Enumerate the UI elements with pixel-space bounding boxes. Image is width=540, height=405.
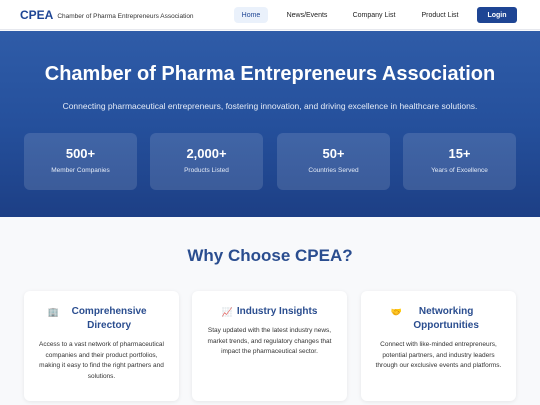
stat-card-member-companies: 500+ Member Companies — [24, 133, 137, 190]
brand-logo[interactable]: CPEA Chamber of Pharma Entrepreneurs Ass… — [20, 8, 194, 22]
feature-card-directory: 🏢 Comprehensive Directory Access to a va… — [24, 291, 179, 401]
stat-label: Member Companies — [51, 167, 110, 174]
nav-product-list[interactable]: Product List — [414, 7, 466, 23]
hero-subtitle: Connecting pharmaceutical entrepreneurs,… — [62, 101, 478, 111]
hero-section: Chamber of Pharma Entrepreneurs Associat… — [0, 31, 540, 217]
stat-label: Years of Excellence — [431, 167, 488, 174]
nav-news-events[interactable]: News/Events — [283, 7, 331, 23]
office-building-icon: 🏢 — [47, 307, 60, 317]
stat-card-countries-served: 50+ Countries Served — [277, 133, 390, 190]
stat-label: Countries Served — [308, 167, 359, 174]
hero-title: Chamber of Pharma Entrepreneurs Associat… — [44, 63, 496, 85]
stat-value: 15+ — [448, 146, 471, 161]
card-title: Networking Opportunities — [413, 306, 479, 331]
card-description: Connect with like-minded entrepreneurs, … — [375, 341, 502, 369]
stat-label: Products Listed — [184, 167, 229, 174]
top-navbar: CPEA Chamber of Pharma Entrepreneurs Ass… — [0, 0, 540, 30]
brand-abbreviation[interactable]: CPEA — [20, 8, 53, 22]
login-button[interactable]: Login — [477, 7, 517, 23]
feature-card-networking: 🤝 Networking Opportunities Connect with … — [361, 291, 516, 401]
handshake-icon: 🤝 — [390, 307, 403, 317]
nav-home[interactable]: Home — [234, 7, 268, 23]
stat-card-years-of-excellence: 15+ Years of Excellence — [403, 133, 516, 190]
stat-card-products-listed: 2,000+ Products Listed — [150, 133, 263, 190]
stat-value: 2,000+ — [186, 146, 227, 161]
section-title: Why Choose CPEA? — [187, 246, 353, 265]
card-description: Stay updated with the latest industry ne… — [207, 327, 332, 355]
stat-value: 50+ — [322, 146, 345, 161]
chart-increasing-icon: 📈 — [221, 307, 233, 317]
card-title: Comprehensive Directory — [71, 306, 147, 331]
stat-value: 500+ — [65, 146, 96, 161]
brand-full-name[interactable]: Chamber of Pharma Entrepreneurs Associat… — [57, 13, 193, 20]
card-title: Industry Insights — [236, 306, 318, 317]
nav-company-list[interactable]: Company List — [347, 7, 401, 23]
card-description: Access to a vast network of pharmaceutic… — [38, 341, 164, 380]
feature-card-insights: 📈 Industry Insights Stay updated with th… — [192, 291, 347, 401]
